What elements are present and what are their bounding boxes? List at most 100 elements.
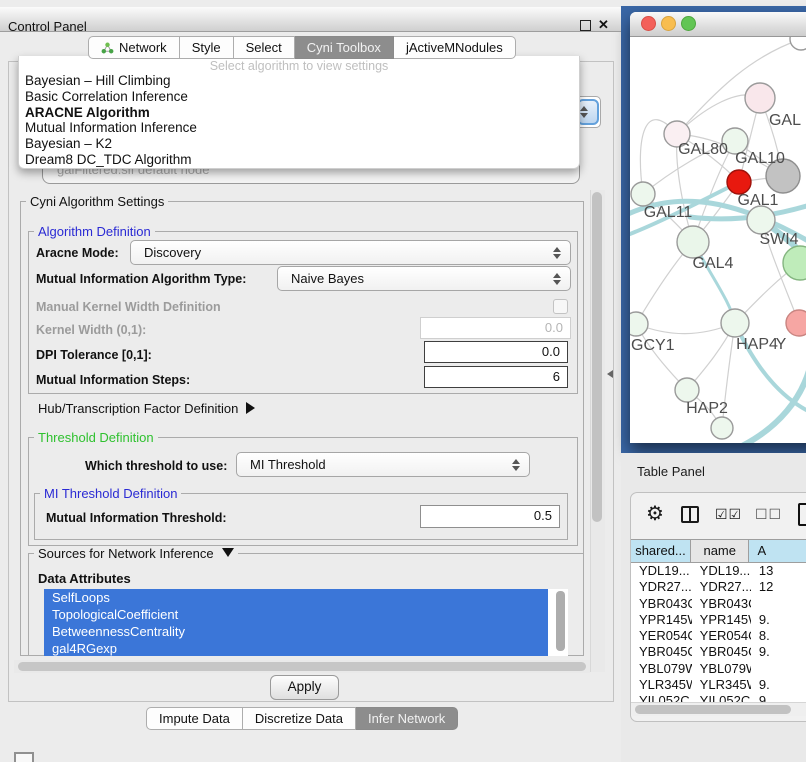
column-header-name[interactable]: name	[691, 540, 750, 562]
algorithm-option-dream8-dc-tdc-algorithm[interactable]: Dream8 DC_TDC Algorithm	[19, 152, 579, 168]
tab-style[interactable]: Style	[180, 36, 234, 59]
table-cell: 9.	[751, 677, 806, 693]
gear-icon[interactable]: ⚙	[646, 501, 664, 526]
algorithm-option-mutual-information-inference[interactable]: Mutual Information Inference	[19, 120, 579, 136]
mi-threshold-field[interactable]: 0.5	[420, 505, 560, 528]
node-SWI4[interactable]	[747, 206, 775, 234]
settings-hscroll-thumb[interactable]	[18, 662, 586, 671]
table-rows: YDL19...YDL19...13YDR27...YDR27...12YBR0…	[631, 563, 806, 702]
table-cell: YDL19...	[631, 563, 692, 579]
table-cell: YDL19...	[692, 563, 751, 579]
attribute-item-gal4rgexp[interactable]: gal4RGexp	[44, 640, 548, 656]
float-window-icon[interactable]	[580, 20, 591, 31]
sources-group-header[interactable]: Sources for Network Inference	[34, 546, 238, 561]
data-attributes-label: Data Attributes	[38, 571, 131, 586]
hub-definition-expander[interactable]: Hub/Transcription Factor Definition	[38, 401, 255, 416]
table-row[interactable]: YDL19...YDL19...13	[631, 563, 806, 579]
table-row[interactable]: YER054CYER054C8.	[631, 628, 806, 644]
node-bottom[interactable]	[711, 417, 733, 439]
table-row[interactable]: YDR27...YDR27...12	[631, 579, 806, 595]
algorithm-option-basic-correlation-inference[interactable]: Basic Correlation Inference	[19, 89, 579, 105]
hub-definition-label: Hub/Transcription Factor Definition	[38, 401, 238, 416]
table-row[interactable]: YBR045CYBR045C9.	[631, 644, 806, 660]
node-GAL1[interactable]	[727, 170, 751, 194]
node-gal-top[interactable]	[745, 83, 775, 113]
node-GCY1[interactable]	[630, 312, 648, 336]
manual-kernel-checkbox[interactable]	[553, 299, 568, 314]
attribute-item-topologicalcoefficient[interactable]: TopologicalCoefficient	[44, 606, 548, 623]
node-pink-right[interactable]	[786, 310, 806, 336]
table-row[interactable]: YPR145WYPR145W9.	[631, 612, 806, 628]
mi-type-combobox[interactable]: Naive Bayes	[277, 266, 571, 291]
node-GAL4[interactable]	[677, 226, 709, 258]
algorithm-option-aracne-algorithm[interactable]: ARACNE Algorithm	[19, 105, 579, 121]
table-panel: ⚙ ☑☑ ☐☐ shared...nameA YDL19...YDL19...1…	[630, 492, 806, 722]
data-attributes-list[interactable]: SelfLoopsTopologicalCoefficientBetweenne…	[44, 589, 568, 656]
attribute-item-betweennesscentrality[interactable]: BetweennessCentrality	[44, 623, 548, 640]
table-cell: YER054C	[692, 628, 751, 644]
select-all-checkboxes-icon[interactable]: ☑☑	[715, 506, 742, 523]
control-panel-titlebar[interactable]: Control Panel ✕	[0, 7, 621, 32]
panel-splitter-collapse-icon[interactable]	[607, 370, 613, 378]
column-header-shared[interactable]: shared...	[631, 540, 691, 562]
algorithm-dropdown-popup: Select algorithm to view settings Bayesi…	[18, 56, 580, 169]
combobox-arrow-button-focused[interactable]	[577, 99, 599, 125]
column-header-a[interactable]: A	[749, 540, 806, 562]
node-SWI4-label: SWI4	[759, 231, 798, 248]
table-cell: YBL079W	[631, 661, 692, 677]
mi-threshold-label: Mutual Information Threshold:	[46, 511, 227, 525]
node-top-partial[interactable]	[790, 37, 806, 50]
table-hscroll-thumb[interactable]	[635, 705, 791, 714]
mi-steps-field[interactable]: 6	[424, 366, 568, 388]
node-pink-right-label: Y	[776, 336, 787, 353]
cyni-settings-group-title: Cyni Algorithm Settings	[26, 194, 168, 209]
attributes-vscroll-thumb[interactable]	[556, 591, 565, 651]
table-toolbar: ⚙ ☑☑ ☐☐	[631, 493, 806, 538]
algorithm-option-bayesian-hill-climbing[interactable]: Bayesian – Hill Climbing	[19, 73, 579, 89]
tab-select[interactable]: Select	[234, 36, 295, 59]
close-panel-icon[interactable]: ✕	[598, 17, 609, 33]
columns-icon[interactable]	[681, 506, 699, 523]
attribute-item-selfloops[interactable]: SelfLoops	[44, 589, 548, 606]
dpi-tolerance-field[interactable]: 0.0	[424, 341, 568, 363]
minimized-panel-icon[interactable]	[14, 752, 34, 762]
table-cell	[751, 596, 806, 612]
tab-select-label: Select	[246, 40, 282, 55]
tab-network[interactable]: Network	[88, 36, 180, 59]
table-row[interactable]: YLR345WYLR345W9.	[631, 677, 806, 693]
network-canvas[interactable]: GALGAL80GAL10GAL1GAL11SWI4GAL4GCY1HAP4YH…	[630, 37, 806, 443]
tab-jactivemnodules[interactable]: jActiveMNodules	[394, 36, 516, 59]
table-row[interactable]: YBL079WYBL079W	[631, 661, 806, 677]
node-GAL11[interactable]	[631, 182, 655, 206]
table-cell: YIL052C	[631, 693, 692, 702]
kernel-width-field[interactable]: 0.0	[420, 317, 571, 339]
node-green-right[interactable]	[783, 246, 806, 280]
settings-vscroll-thumb[interactable]	[592, 192, 602, 522]
table-row[interactable]: YIL052CYIL052C9	[631, 693, 806, 702]
table-horizontal-scrollbar[interactable]	[631, 702, 806, 716]
close-traffic-light-icon[interactable]	[641, 16, 656, 31]
zoom-traffic-light-icon[interactable]	[681, 16, 696, 31]
network-icon	[101, 42, 114, 54]
node-HAP2[interactable]	[675, 378, 699, 402]
minimize-traffic-light-icon[interactable]	[661, 16, 676, 31]
aracne-mode-combobox[interactable]: Discovery	[130, 240, 571, 265]
deselect-all-checkboxes-icon[interactable]: ☐☐	[755, 506, 782, 523]
manual-kernel-label: Manual Kernel Width Definition	[36, 300, 221, 314]
table-cell: YBR045C	[631, 644, 692, 660]
node-HAP4[interactable]	[721, 309, 749, 337]
table-row[interactable]: YBR043CYBR043C	[631, 596, 806, 612]
algorithm-option-bayesian-k2[interactable]: Bayesian – K2	[19, 136, 579, 152]
tab-discretize-data[interactable]: Discretize Data	[243, 707, 356, 730]
table-cell: 9	[751, 693, 806, 702]
export-table-icon[interactable]	[798, 503, 806, 526]
tab-infer-network[interactable]: Infer Network	[356, 707, 458, 730]
tab-cyni-toolbox[interactable]: Cyni Toolbox	[295, 36, 394, 59]
apply-button[interactable]: Apply	[270, 675, 339, 700]
dropdown-placeholder: Select algorithm to view settings	[19, 59, 579, 73]
network-window-titlebar[interactable]	[630, 12, 806, 37]
threshold-definition-title: Threshold Definition	[34, 430, 158, 445]
which-threshold-combobox[interactable]: MI Threshold	[236, 452, 530, 477]
table-cell: 13	[751, 563, 806, 579]
tab-impute-data[interactable]: Impute Data	[146, 707, 243, 730]
